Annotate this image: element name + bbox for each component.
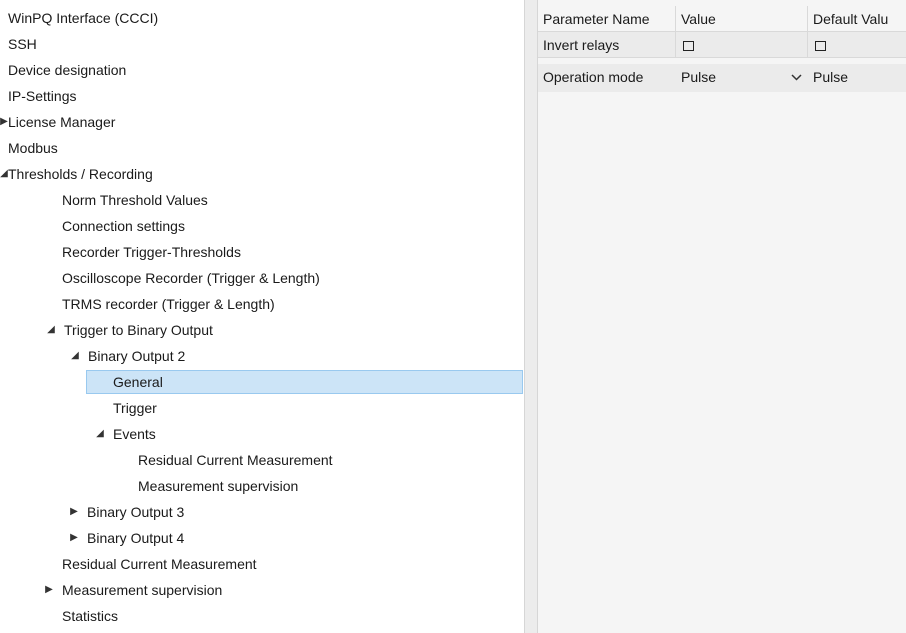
tree-item-label: Device designation: [8, 62, 127, 78]
parameter-grid: Parameter Name Value Default Valu Invert…: [538, 0, 906, 633]
tree-item-norm-threshold-values[interactable]: Norm Threshold Values: [62, 188, 208, 212]
collapse-arrow-icon[interactable]: ◢: [68, 344, 82, 368]
tree-item-connection-settings[interactable]: Connection settings: [62, 214, 185, 238]
parameter-name-cell: Invert relays: [538, 32, 676, 58]
app-window: WinPQ Interface (CCCI) SSH Device design…: [0, 0, 906, 633]
tree-item-ssh[interactable]: SSH: [8, 32, 37, 56]
tree-item-label: Residual Current Measurement: [62, 556, 257, 572]
collapse-arrow-icon[interactable]: ◢: [0, 162, 8, 186]
tree-item-label: Trigger to Binary Output: [64, 322, 213, 338]
tree-item-label: General: [113, 374, 163, 390]
tree-item-label: Connection settings: [62, 218, 185, 234]
tree-item-ip-settings[interactable]: IP-Settings: [8, 84, 76, 108]
tree-item-residual-current-measurement[interactable]: Residual Current Measurement: [62, 552, 257, 576]
grid-row-operation-mode: Operation mode Pulse Pulse: [538, 64, 906, 92]
tree-item-events[interactable]: ◢ Events: [93, 422, 156, 446]
collapse-arrow-icon[interactable]: ◢: [44, 318, 58, 342]
tree-item-oscilloscope-recorder[interactable]: Oscilloscope Recorder (Trigger & Length): [62, 266, 320, 290]
default-value-cell: [808, 32, 906, 58]
tree-item-label: Measurement supervision: [138, 478, 299, 494]
tree-item-device-designation[interactable]: Device designation: [8, 58, 126, 82]
tree-item-trigger[interactable]: Trigger: [113, 396, 157, 420]
tree-item-binary-output-2[interactable]: ◢ Binary Output 2: [68, 344, 185, 368]
tree-item-label: Residual Current Measurement: [138, 452, 333, 468]
settings-tree: WinPQ Interface (CCCI) SSH Device design…: [0, 0, 524, 633]
tree-item-label: Recorder Trigger-Thresholds: [62, 244, 241, 260]
grid-header-row: Parameter Name Value Default Valu: [538, 6, 906, 32]
collapse-arrow-icon[interactable]: ◢: [93, 422, 107, 446]
tree-item-license-manager[interactable]: ▶ License Manager: [0, 110, 115, 134]
tree-item-binary-output-3[interactable]: ▶ Binary Output 3: [67, 500, 184, 524]
tree-item-thresholds-recording[interactable]: ◢ Thresholds / Recording: [0, 162, 153, 186]
tree-item-label: License Manager: [8, 114, 116, 130]
tree-item-measurement-supervision[interactable]: ▶ Measurement supervision: [42, 578, 222, 602]
tree-item-label: IP-Settings: [8, 88, 77, 104]
value-cell: [676, 32, 808, 58]
tree-item-label: Trigger: [113, 400, 157, 416]
tree-item-label: Thresholds / Recording: [8, 166, 153, 182]
tree-item-label: Binary Output 2: [88, 348, 186, 364]
tree-item-label: Modbus: [8, 140, 58, 156]
tree-item-winpq-interface[interactable]: WinPQ Interface (CCCI): [8, 6, 158, 30]
pane-splitter[interactable]: [524, 0, 538, 633]
tree-item-label: SSH: [8, 36, 37, 52]
tree-item-residual-current-measurement-event[interactable]: Residual Current Measurement: [138, 448, 333, 472]
column-header-value[interactable]: Value: [676, 6, 808, 32]
tree-item-recorder-trigger-thresholds[interactable]: Recorder Trigger-Thresholds: [62, 240, 241, 264]
operation-mode-dropdown[interactable]: Pulse: [676, 64, 808, 92]
tree-item-label: Binary Output 3: [87, 504, 185, 520]
tree-item-label: Measurement supervision: [62, 582, 223, 598]
chevron-down-icon[interactable]: [791, 64, 802, 90]
dropdown-value: Pulse: [681, 69, 717, 85]
grid-row-invert-relays: Invert relays: [538, 32, 906, 58]
tree-item-label: TRMS recorder (Trigger & Length): [62, 296, 275, 312]
tree-item-statistics[interactable]: Statistics: [62, 604, 118, 628]
parameter-name-cell: Operation mode: [543, 69, 644, 85]
tree-item-binary-output-4[interactable]: ▶ Binary Output 4: [67, 526, 184, 550]
tree-item-trigger-to-binary-output[interactable]: ◢ Trigger to Binary Output: [44, 318, 213, 342]
default-invert-relays-checkbox: [815, 41, 826, 51]
tree-item-label: WinPQ Interface (CCCI): [8, 10, 159, 26]
column-header-parameter-name[interactable]: Parameter Name: [538, 6, 676, 32]
expand-arrow-icon[interactable]: ▶: [67, 526, 81, 550]
expand-arrow-icon[interactable]: ▶: [0, 110, 8, 134]
invert-relays-checkbox[interactable]: [683, 41, 694, 51]
tree-item-label: Statistics: [62, 608, 119, 624]
tree-item-modbus[interactable]: Modbus: [8, 136, 58, 160]
tree-item-label: Events: [113, 426, 156, 442]
tree-item-label: Binary Output 4: [87, 530, 185, 546]
expand-arrow-icon[interactable]: ▶: [67, 500, 81, 524]
tree-item-trms-recorder[interactable]: TRMS recorder (Trigger & Length): [62, 292, 275, 316]
tree-item-general[interactable]: General: [86, 370, 523, 394]
tree-item-label: Norm Threshold Values: [62, 192, 208, 208]
default-value-cell: Pulse: [813, 69, 849, 85]
column-header-default-value[interactable]: Default Valu: [808, 6, 906, 32]
tree-item-measurement-supervision-event[interactable]: Measurement supervision: [138, 474, 298, 498]
expand-arrow-icon[interactable]: ▶: [42, 578, 56, 602]
tree-item-label: Oscilloscope Recorder (Trigger & Length): [62, 270, 320, 286]
